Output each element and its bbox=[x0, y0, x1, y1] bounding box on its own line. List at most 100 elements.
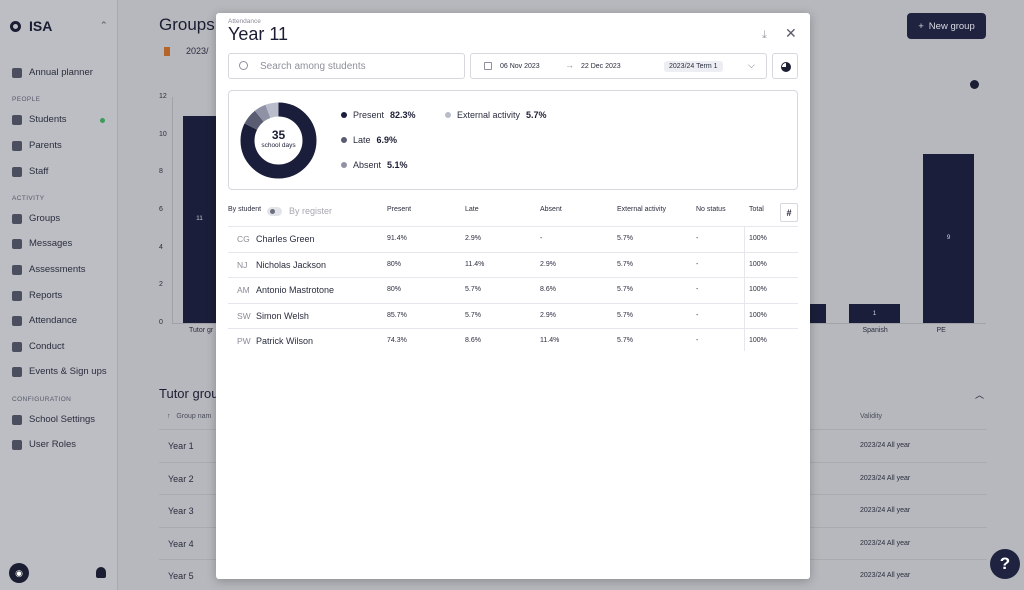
legend-late: Late 6.9% bbox=[341, 135, 397, 145]
y-tick-label: 8 bbox=[159, 168, 163, 176]
bar-value-label: 11 bbox=[196, 215, 203, 223]
calendar-icon bbox=[484, 62, 492, 70]
sidebar-item-label: Assessments bbox=[29, 264, 86, 275]
cell-late: 8.6% bbox=[465, 337, 481, 344]
sidebar-item-reports[interactable]: Reports bbox=[12, 290, 62, 301]
col-header-external[interactable]: External activity bbox=[617, 206, 666, 213]
date-from: 06 Nov 2023 bbox=[500, 63, 540, 70]
sidebar-item-assessments[interactable]: Assessments bbox=[12, 264, 86, 275]
download-icon[interactable]: ⤓ bbox=[762, 29, 767, 42]
brand[interactable]: ISA ⌃ bbox=[10, 18, 108, 34]
by-student-label[interactable]: By student bbox=[228, 206, 261, 213]
bar[interactable]: 1 bbox=[849, 304, 900, 323]
legend-dot bbox=[341, 112, 347, 118]
bell-icon[interactable] bbox=[96, 567, 106, 578]
cell-present: 74.3% bbox=[387, 337, 407, 344]
cell-present: 91.4% bbox=[387, 235, 407, 242]
settings-icon bbox=[12, 414, 22, 425]
sidebar-item-parents[interactable]: Parents bbox=[12, 140, 62, 151]
modal-title: Year 11 bbox=[228, 24, 289, 44]
help-button[interactable]: ? bbox=[990, 549, 1020, 579]
new-group-button[interactable]: + New group bbox=[907, 13, 986, 39]
bar[interactable]: 9 bbox=[923, 153, 974, 323]
col-header-present[interactable]: Present bbox=[387, 206, 411, 213]
cell-present: 85.7% bbox=[387, 311, 407, 319]
student-initials: NJ bbox=[237, 259, 248, 270]
group-name: Year 4 bbox=[168, 538, 194, 549]
sidebar-item-staff[interactable]: Staff bbox=[12, 166, 48, 177]
col-header-total[interactable]: Total bbox=[749, 206, 764, 213]
cell-nostatus: - bbox=[696, 311, 699, 319]
search-input[interactable] bbox=[260, 58, 460, 75]
chevron-updown-icon[interactable]: ⌃ bbox=[100, 20, 108, 31]
cell-total: 100% bbox=[749, 260, 767, 268]
sidebar: ISA ⌃ Annual planner PEOPLE Students Par… bbox=[0, 0, 118, 590]
col-header-late[interactable]: Late bbox=[465, 206, 479, 213]
cell-absent: 8.6% bbox=[540, 286, 556, 293]
chart-toggle-button[interactable] bbox=[772, 53, 798, 79]
legend-present: Present 82.3% bbox=[341, 110, 416, 120]
sidebar-item-groups[interactable]: Groups bbox=[12, 213, 60, 224]
bar[interactable]: 11 bbox=[183, 115, 216, 323]
sidebar-item-label: Students bbox=[29, 114, 67, 125]
col-header-validity[interactable]: Validity bbox=[860, 413, 882, 420]
col-header-group-name-text: Group nam bbox=[176, 413, 212, 420]
sidebar-item-label: Parents bbox=[29, 140, 62, 151]
by-register-label[interactable]: By register bbox=[289, 206, 332, 216]
y-tick-label: 12 bbox=[159, 93, 167, 100]
year-filter[interactable]: 2023/ bbox=[164, 46, 209, 57]
chevron-down-icon[interactable]: ⌵ bbox=[748, 60, 755, 71]
sidebar-item-label: Attendance bbox=[29, 315, 78, 326]
pie-chart-icon[interactable] bbox=[970, 80, 979, 89]
date-range-picker[interactable]: 06 Nov 2023 → 22 Dec 2023 2023/24 Term 1… bbox=[470, 53, 767, 79]
student-initials: AM bbox=[237, 285, 250, 295]
student-name: Charles Green bbox=[256, 234, 315, 244]
hash-toggle-button[interactable]: # bbox=[780, 203, 798, 222]
y-tick-label: 4 bbox=[159, 243, 163, 251]
cell-late: 2.9% bbox=[465, 235, 481, 242]
legend-value: 6.9% bbox=[376, 135, 398, 145]
sidebar-item-events[interactable]: Events & Sign ups bbox=[12, 366, 107, 377]
sidebar-item-attendance[interactable]: Attendance bbox=[12, 315, 77, 326]
col-header-group-name[interactable]: ↑ Group nam bbox=[167, 413, 211, 420]
table-row[interactable]: PW Patrick Wilson 74.3% 8.6% 11.4% 5.7% - 100% bbox=[228, 328, 798, 353]
sidebar-item-annual-planner[interactable]: Annual planner bbox=[12, 67, 93, 78]
view-toggle[interactable] bbox=[267, 207, 282, 216]
legend-label: Present bbox=[353, 110, 385, 120]
table-row[interactable]: NJ Nicholas Jackson 80% 11.4% 2.9% 5.7% - 100% bbox=[228, 251, 798, 277]
legend-dot bbox=[341, 162, 347, 168]
col-header-no-status[interactable]: No status bbox=[696, 206, 726, 213]
legend-external: External activity 5.7% bbox=[445, 110, 547, 120]
sidebar-item-label: Reports bbox=[29, 290, 63, 301]
table-row[interactable]: AM Antonio Mastrotone 80% 5.7% 8.6% 5.7% - 100% bbox=[228, 277, 798, 302]
sidebar-item-label: Conduct bbox=[29, 341, 65, 352]
cell-nostatus: - bbox=[696, 286, 699, 293]
chevron-up-icon[interactable]: ︿ bbox=[975, 388, 984, 401]
sidebar-item-conduct[interactable]: Conduct bbox=[12, 341, 64, 352]
page-title-text: Groups bbox=[159, 15, 215, 34]
term-badge: 2023/24 Term 1 bbox=[664, 61, 723, 72]
cell-absent: 11.4% bbox=[540, 337, 560, 344]
sidebar-item-user-roles[interactable]: User Roles bbox=[12, 439, 76, 450]
section-label-configuration: CONFIGURATION bbox=[12, 396, 72, 403]
sidebar-item-school-settings[interactable]: School Settings bbox=[12, 414, 95, 425]
table-row[interactable]: SW Simon Welsh 85.7% 5.7% 2.9% 5.7% - 100% bbox=[228, 302, 798, 328]
parents-icon bbox=[12, 140, 22, 151]
close-icon[interactable]: ✕ bbox=[785, 25, 797, 42]
col-header-absent[interactable]: Absent bbox=[540, 206, 562, 213]
student-name: Simon Welsh bbox=[256, 310, 309, 321]
sidebar-item-label: Groups bbox=[29, 213, 61, 224]
search-icon bbox=[239, 61, 248, 70]
calendar-icon bbox=[12, 67, 22, 78]
sidebar-item-messages[interactable]: Messages bbox=[12, 238, 72, 249]
group-name: Year 1 bbox=[168, 441, 194, 451]
sidebar-item-label: Staff bbox=[29, 166, 49, 177]
student-name: Antonio Mastrotone bbox=[256, 285, 335, 295]
staff-icon bbox=[12, 166, 22, 177]
sidebar-item-students[interactable]: Students bbox=[12, 114, 67, 125]
user-avatar-icon[interactable]: ◉ bbox=[9, 563, 29, 583]
cell-nostatus: - bbox=[696, 235, 699, 242]
cell-external: 5.7% bbox=[617, 311, 633, 319]
table-row[interactable]: CG Charles Green 91.4% 2.9% - 5.7% - 100% bbox=[228, 226, 798, 251]
cell-total: 100% bbox=[749, 235, 767, 242]
